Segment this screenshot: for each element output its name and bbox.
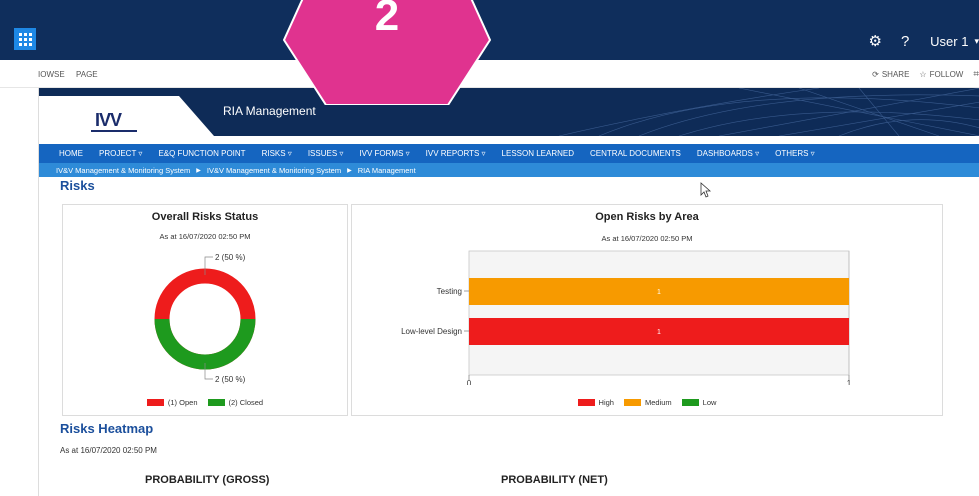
- panel-asat: As at 16/07/2020 02:50 PM: [159, 232, 251, 241]
- heatmap-asat: As at 16/07/2020 02:50 PM: [60, 446, 157, 455]
- panel-title: Overall Risks Status: [151, 211, 259, 223]
- donut-chart: 2 (50 %) 2 (50 %): [154, 253, 256, 384]
- x-tick-label: 1: [847, 379, 852, 385]
- logo-underline: [91, 130, 137, 132]
- nav-item-0[interactable]: HOME: [59, 149, 83, 158]
- legend-swatch: [577, 399, 595, 406]
- nav-item-7[interactable]: LESSON LEARNED: [502, 149, 574, 158]
- legend-low[interactable]: Low: [681, 398, 716, 407]
- share-button[interactable]: ⟳ SHARE: [872, 70, 909, 79]
- star-icon: ☆: [919, 70, 927, 79]
- nav-item-10[interactable]: OTHERS ▿: [775, 149, 815, 158]
- help-icon[interactable]: ?: [890, 33, 920, 50]
- nav-item-2[interactable]: E&Q FUNCTION POINT: [158, 149, 245, 158]
- panel-title: Open Risks by Area: [595, 211, 699, 223]
- x-tick-label: 0: [467, 379, 472, 385]
- nav-item-4[interactable]: ISSUES ▿: [308, 149, 344, 158]
- legend-closed[interactable]: (2) Closed: [207, 398, 263, 407]
- breadcrumb-item[interactable]: IV&V Management & Monitoring System: [56, 166, 190, 175]
- mouse-cursor-icon: [700, 182, 712, 198]
- breadcrumb-item[interactable]: RIA Management: [358, 166, 416, 175]
- prob-gross-heading: PROBABILITY (GROSS): [145, 474, 270, 486]
- breadcrumb-separator-icon: ▶: [196, 167, 201, 174]
- open-risks-by-area-panel: Open Risks by Area As at 16/07/2020 02:5…: [351, 204, 943, 416]
- bar-chart: 1 1 Testing Low-level Design 0 1: [401, 250, 852, 385]
- legend-swatch: [623, 399, 641, 406]
- panel-asat: As at 16/07/2020 02:50 PM: [601, 234, 693, 243]
- suite-bar-actions: ⚙ ? User 1 ▾: [860, 28, 979, 54]
- legend-swatch: [146, 399, 164, 406]
- site-logo: IVV: [95, 110, 122, 130]
- focus-icon[interactable]: ⌗: [973, 69, 979, 80]
- nav-item-8[interactable]: CENTRAL DOCUMENTS: [590, 149, 681, 158]
- category-label-lowlevel: Low-level Design: [401, 327, 462, 336]
- tab-browse[interactable]: IOWSE: [38, 70, 65, 79]
- ribbon-actions: ⟳ SHARE ☆ FOLLOW ⌗: [872, 69, 979, 80]
- nav-item-9[interactable]: DASHBOARDS ▿: [697, 149, 759, 158]
- bar-value-label: 1: [657, 289, 661, 296]
- legend-open[interactable]: (1) Open: [146, 398, 198, 407]
- step-number-badge: 2: [283, 0, 491, 105]
- waffle-icon: [19, 33, 32, 46]
- site-banner: IVV RIA Management: [39, 88, 979, 136]
- nav-item-5[interactable]: IVV FORMS ▿: [359, 149, 409, 158]
- page-frame: IVV RIA Management HOME PROJECT ▿ E&Q FUNC…: [38, 88, 979, 496]
- plot-area: [468, 250, 850, 376]
- prob-net-heading: PROBABILITY (NET): [501, 474, 608, 486]
- legend-medium[interactable]: Medium: [623, 398, 672, 407]
- bar-legend: High Medium Low: [352, 398, 942, 407]
- nav-item-3[interactable]: RISKS ▿: [262, 149, 292, 158]
- heatmap-heading: Risks Heatmap: [60, 421, 154, 436]
- bar-value-label: 1: [657, 329, 661, 336]
- slice-label-bottom: 2 (50 %): [215, 375, 246, 384]
- donut-slice-closed[interactable]: [154, 318, 256, 370]
- nav-item-6[interactable]: IVV REPORTS ▿: [426, 149, 486, 158]
- donut-legend: (1) Open (2) Closed: [63, 398, 347, 407]
- legend-swatch: [207, 399, 225, 406]
- breadcrumb: IV&V Management & Monitoring System ▶ IV&V…: [39, 163, 979, 177]
- app-launcher-button[interactable]: [14, 28, 36, 50]
- chevron-down-icon[interactable]: ▾: [974, 36, 979, 47]
- overall-risks-panel: Overall Risks Status As at 16/07/2020 02…: [62, 204, 348, 416]
- site-title[interactable]: RIA Management: [223, 104, 316, 118]
- category-label-testing: Testing: [437, 287, 462, 296]
- follow-button[interactable]: ☆ FOLLOW: [919, 70, 963, 79]
- nav-item-1[interactable]: PROJECT ▿: [99, 149, 142, 158]
- breadcrumb-item[interactable]: IV&V Management & Monitoring System: [207, 166, 341, 175]
- badge-number: 2: [375, 0, 399, 40]
- tab-page[interactable]: PAGE: [76, 70, 98, 79]
- legend-swatch: [681, 399, 699, 406]
- page-title: Risks: [60, 178, 95, 193]
- gear-icon[interactable]: ⚙: [860, 32, 890, 50]
- legend-high[interactable]: High: [577, 398, 614, 407]
- share-icon: ⟳: [872, 70, 879, 79]
- breadcrumb-separator-icon: ▶: [347, 167, 352, 174]
- sharepoint-page: ⚙ ? User 1 ▾ IOWSE PAGE ⟳ SHARE ☆ FOLLOW ⌗: [0, 0, 979, 496]
- slice-label-top: 2 (50 %): [215, 253, 246, 262]
- top-navigation: HOME PROJECT ▿ E&Q FUNCTION POINT RISKS ▿ IS…: [39, 144, 979, 163]
- user-menu[interactable]: User 1: [920, 34, 974, 49]
